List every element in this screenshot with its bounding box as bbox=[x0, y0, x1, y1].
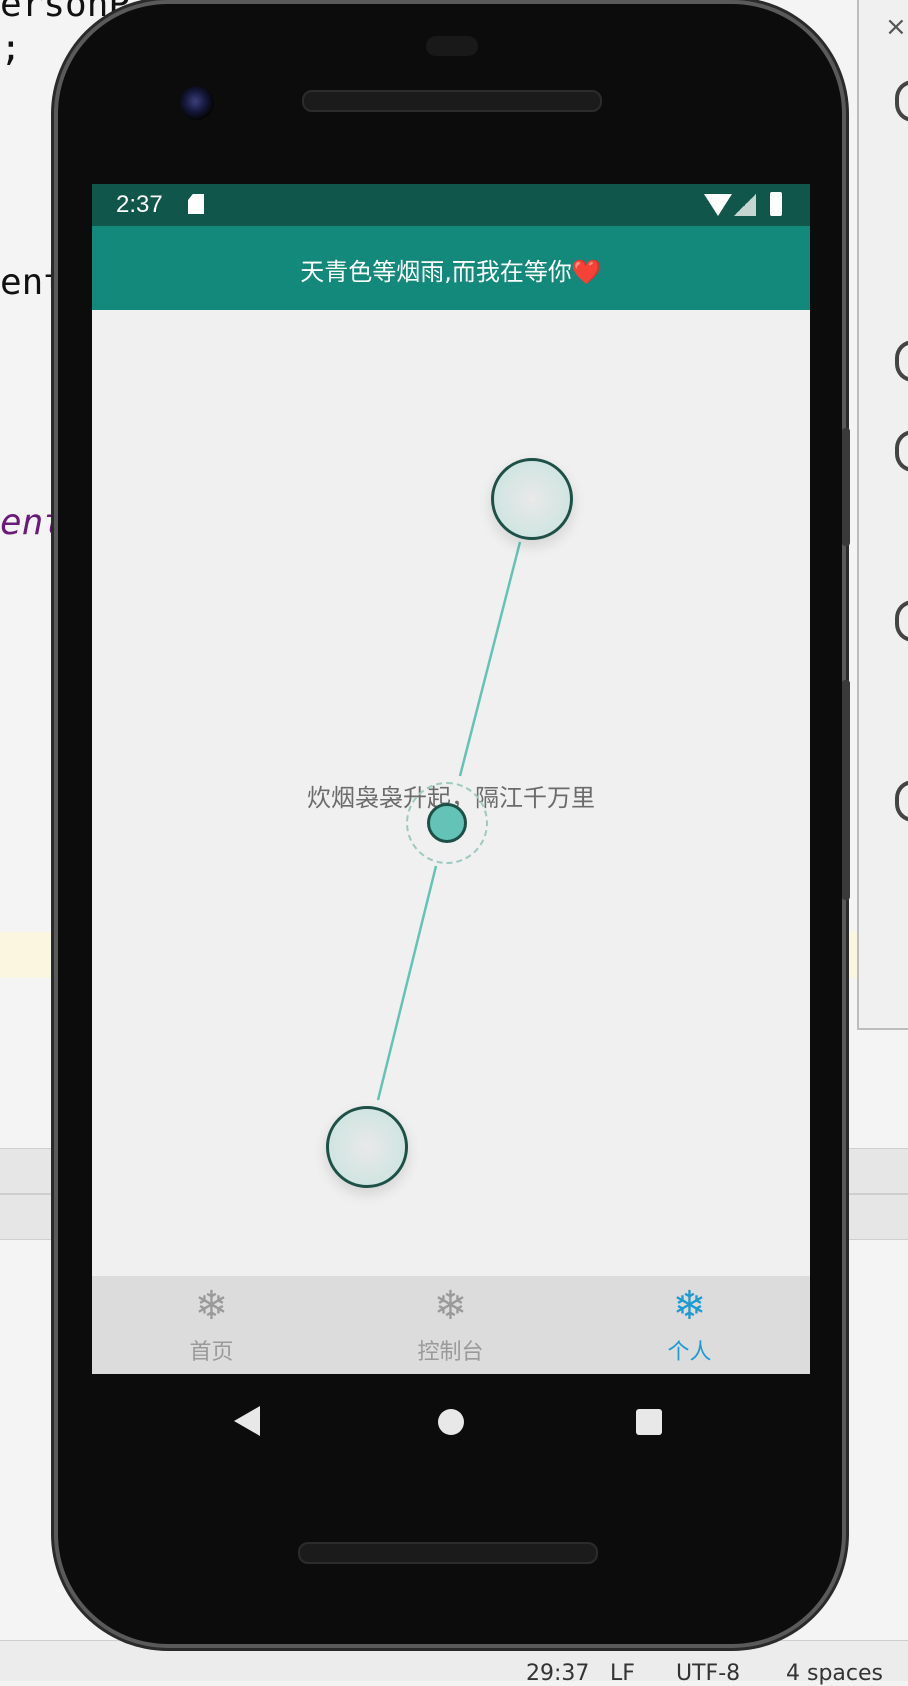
code-fragment: ent bbox=[0, 262, 66, 303]
center-handle[interactable] bbox=[427, 803, 467, 843]
code-fragment: ent bbox=[0, 502, 66, 543]
sd-card-icon bbox=[188, 194, 204, 214]
phone-frame: 2:37 天青色等烟雨,而我在等你❤️ 炊烟袅袅升起，隔江千万里 ❄ 首页 ❄ … bbox=[58, 4, 850, 1644]
tool-icon[interactable] bbox=[895, 430, 908, 472]
file-encoding[interactable]: UTF-8 bbox=[676, 1661, 740, 1686]
cursor-position[interactable]: 29:37 bbox=[526, 1661, 589, 1686]
recents-icon[interactable] bbox=[636, 1409, 662, 1435]
tool-icon[interactable] bbox=[895, 340, 908, 382]
home-icon[interactable] bbox=[438, 1409, 464, 1435]
indent-setting[interactable]: 4 spaces bbox=[786, 1661, 883, 1686]
tool-icon[interactable] bbox=[895, 780, 908, 822]
bottom-node[interactable] bbox=[326, 1106, 408, 1188]
snowflake-icon: ❄ bbox=[672, 1283, 707, 1329]
snowflake-icon: ❄ bbox=[194, 1283, 229, 1329]
top-node[interactable] bbox=[491, 458, 573, 540]
top-sensor bbox=[426, 36, 478, 56]
bottom-navigation: ❄ 首页 ❄ 控制台 ❄ 个人 bbox=[92, 1276, 810, 1374]
nav-item-home[interactable]: ❄ 首页 bbox=[92, 1276, 331, 1374]
nav-item-profile[interactable]: ❄ 个人 bbox=[570, 1276, 809, 1374]
tool-icon[interactable] bbox=[895, 600, 908, 642]
connector-line-bottom bbox=[376, 865, 438, 1101]
line-separator[interactable]: LF bbox=[610, 1661, 635, 1686]
code-fragment: ; bbox=[0, 28, 22, 69]
nav-label: 首页 bbox=[189, 1340, 234, 1365]
signal-icon bbox=[734, 194, 756, 216]
power-button bbox=[842, 428, 850, 546]
app-title: 天青色等烟雨,而我在等你❤️ bbox=[300, 258, 602, 286]
status-time: 2:37 bbox=[116, 191, 163, 218]
back-icon[interactable] bbox=[234, 1406, 260, 1436]
nav-label: 个人 bbox=[667, 1340, 712, 1365]
bottom-speaker bbox=[298, 1542, 598, 1564]
wifi-icon bbox=[704, 194, 732, 216]
nav-label: 控制台 bbox=[417, 1340, 484, 1365]
tool-icon[interactable] bbox=[895, 80, 908, 122]
snowflake-icon: ❄ bbox=[433, 1283, 468, 1329]
front-camera-icon bbox=[180, 86, 214, 120]
battery-icon bbox=[770, 192, 782, 216]
system-status-bar: 2:37 bbox=[92, 184, 810, 226]
content-area: 炊烟袅袅升起，隔江千万里 bbox=[92, 310, 810, 1276]
right-tool-panel: × bbox=[857, 0, 908, 1030]
connector-line-top bbox=[458, 541, 522, 777]
close-icon[interactable]: × bbox=[885, 12, 907, 42]
volume-button bbox=[842, 680, 850, 900]
earpiece-speaker bbox=[302, 90, 602, 112]
device-screen: 2:37 天青色等烟雨,而我在等你❤️ 炊烟袅袅升起，隔江千万里 ❄ 首页 ❄ … bbox=[92, 184, 810, 1374]
nav-item-console[interactable]: ❄ 控制台 bbox=[331, 1276, 570, 1374]
app-bar: 天青色等烟雨,而我在等你❤️ bbox=[92, 226, 810, 310]
ide-status-bar: 29:37 LF UTF-8 4 spaces bbox=[0, 1640, 908, 1686]
